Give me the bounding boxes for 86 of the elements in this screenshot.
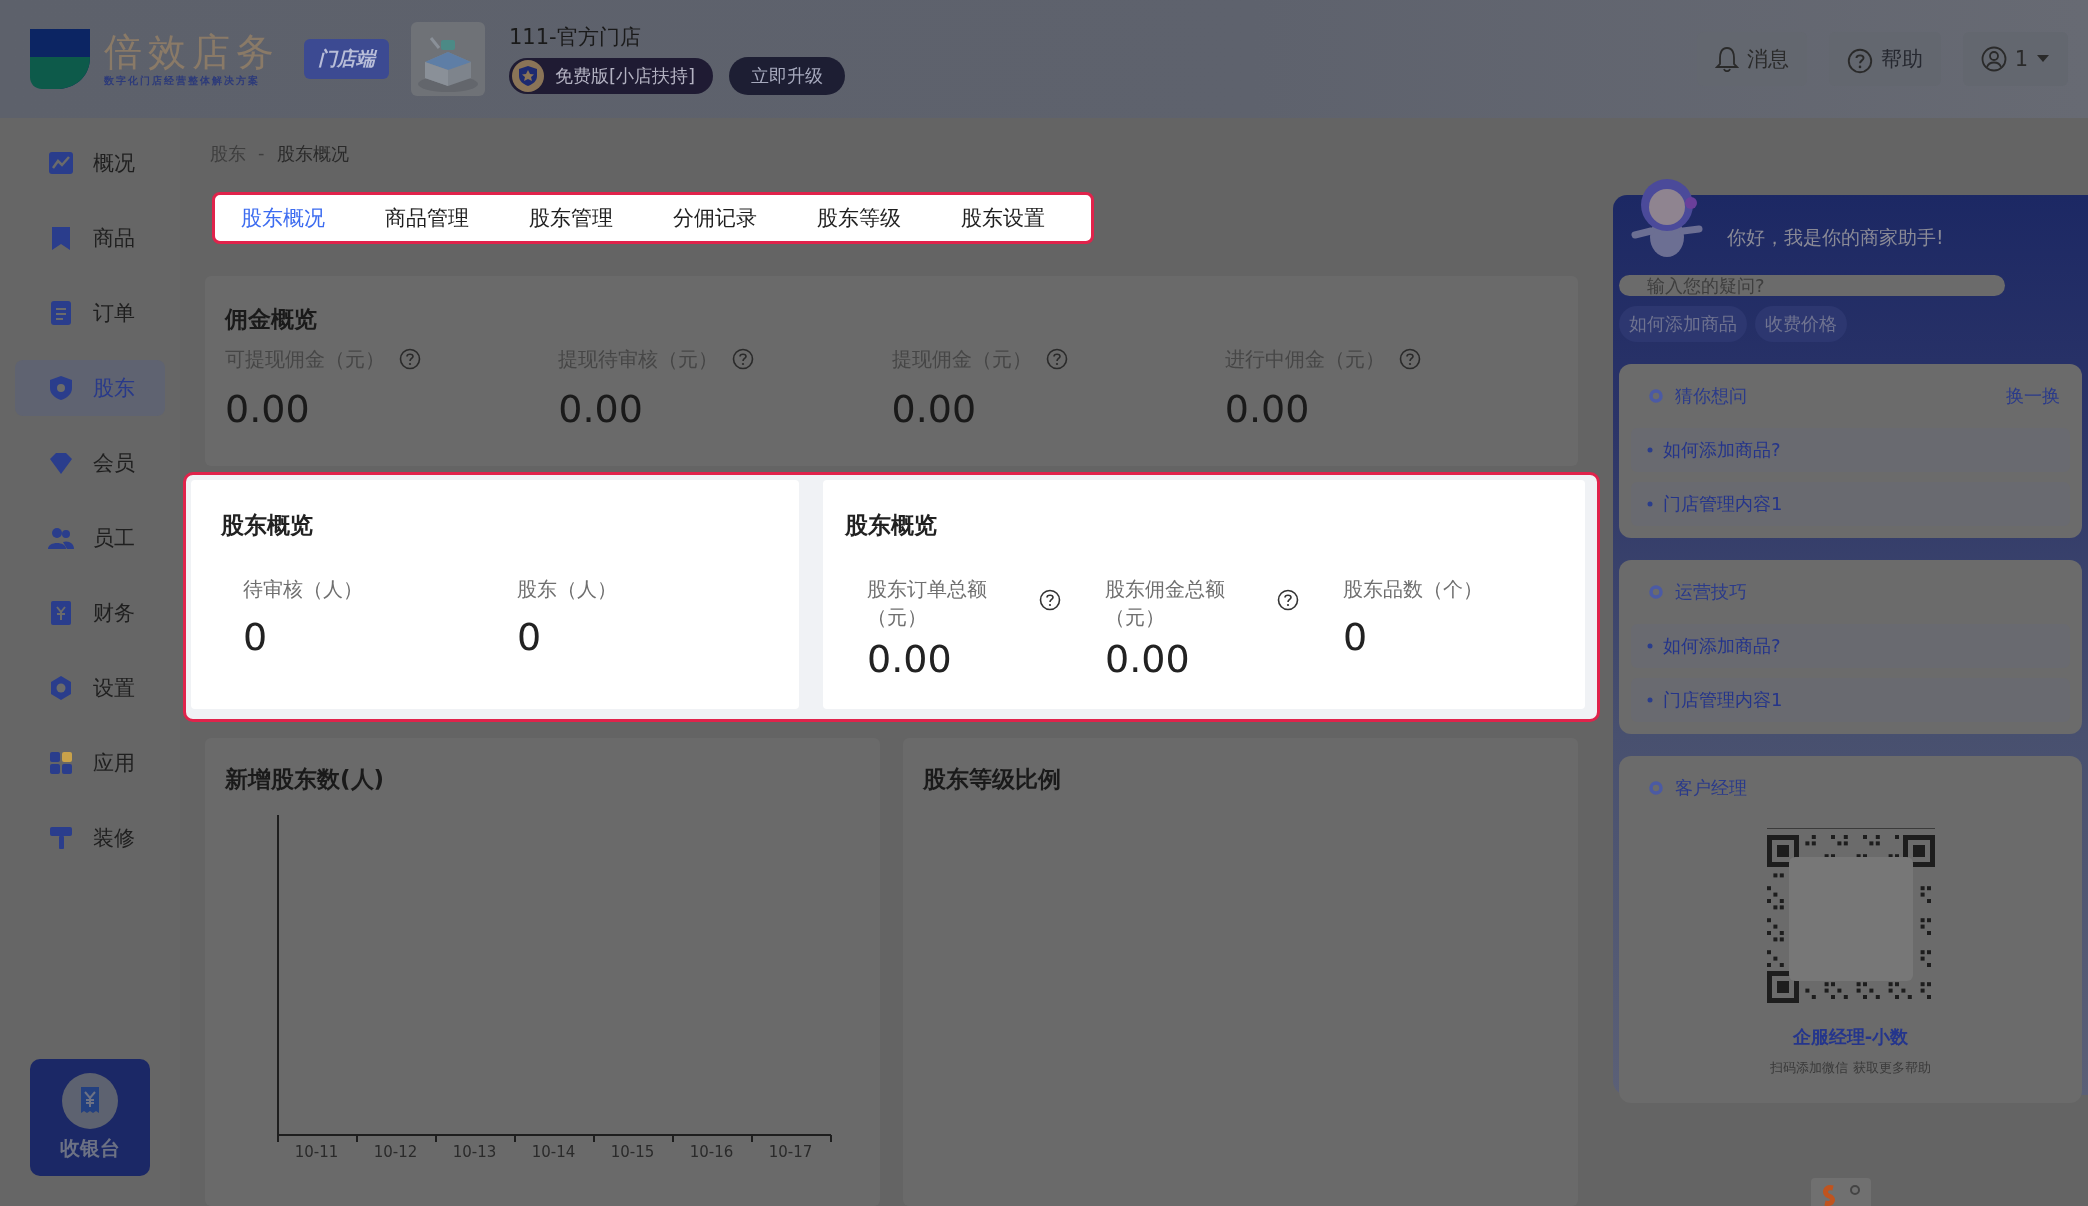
metric-value: 0 xyxy=(517,615,543,659)
breadcrumb-item[interactable]: 股东概况 xyxy=(276,142,349,166)
manager-name: 企服经理-小数 xyxy=(1792,1025,1909,1049)
sidebar-item[interactable]: 股东 xyxy=(15,360,165,416)
question-item[interactable]: 如何添加商品? xyxy=(1631,428,2070,472)
shield-icon xyxy=(47,374,75,402)
question-item[interactable]: 门店管理内容1 xyxy=(1631,482,2070,526)
store-name: 111-官方门店 xyxy=(509,24,642,51)
metric-value: 0.00 xyxy=(867,637,953,681)
tab[interactable]: 股东管理 xyxy=(509,195,653,241)
help-icon xyxy=(1045,348,1068,370)
help-icon xyxy=(1277,589,1299,611)
ring-icon xyxy=(1649,585,1663,599)
sidebar-item[interactable]: 商品 xyxy=(15,210,165,266)
tab[interactable]: 分佣记录 xyxy=(653,195,797,241)
question-item[interactable]: 门店管理内容1 xyxy=(1631,678,2070,722)
floating-widget-icon xyxy=(1811,1178,1871,1206)
metric-value: 0.00 xyxy=(1224,387,1311,431)
metric-value: 0.00 xyxy=(891,387,978,431)
grid-icon xyxy=(47,749,75,777)
section-title: 运营技巧 xyxy=(1675,580,1747,604)
metric-value: 0.00 xyxy=(558,387,644,431)
brush-icon xyxy=(47,824,75,852)
help-icon xyxy=(1039,589,1061,611)
metric-value: 0 xyxy=(243,615,269,659)
axis-label: 10-14 xyxy=(530,1143,577,1161)
ring-icon xyxy=(1649,781,1663,795)
bullet-icon xyxy=(1647,697,1653,703)
card-title: 佣金概览 xyxy=(225,305,318,334)
client-badge: 门店端 xyxy=(304,39,389,79)
tab[interactable]: 股东等级 xyxy=(797,195,941,241)
axis-label: 10-17 xyxy=(767,1143,814,1161)
plan-badge: 免费版[小店扶持] xyxy=(509,58,714,94)
sidebar-item[interactable]: 应用 xyxy=(15,735,165,791)
card-title: 股东概览 xyxy=(221,511,314,540)
section-title: 客户经理 xyxy=(1675,776,1747,800)
help-icon xyxy=(1398,348,1421,370)
tab[interactable]: 股东设置 xyxy=(941,195,1085,241)
card-title: 新增股东数(人) xyxy=(225,765,386,794)
tab[interactable]: 商品管理 xyxy=(365,195,509,241)
user-menu[interactable]: 1 xyxy=(1962,32,2068,86)
greeting-text: 你好，我是你的商家助手! xyxy=(1727,225,1944,250)
bullet-icon xyxy=(1647,447,1653,453)
card-title: 股东概览 xyxy=(845,511,938,540)
metric-value: 0 xyxy=(1343,615,1369,659)
metric-label: 股东订单总额（元） xyxy=(867,576,988,631)
sidebar-item[interactable]: 员工 xyxy=(15,510,165,566)
axis-label: 10-16 xyxy=(688,1143,735,1161)
sidebar-item[interactable]: 会员 xyxy=(15,435,165,491)
breadcrumb-separator: - xyxy=(258,142,265,165)
sidebar-item[interactable]: 设置 xyxy=(15,660,165,716)
chart-icon xyxy=(47,149,75,177)
bullet-icon xyxy=(1647,643,1653,649)
tab[interactable]: 股东概况 xyxy=(221,195,365,241)
caret-icon xyxy=(2036,54,2050,64)
shield-icon xyxy=(511,59,545,93)
sidebar-item[interactable]: 概况 xyxy=(15,135,165,191)
bullet-icon xyxy=(1647,501,1653,507)
metric-label: 待审核（人） xyxy=(243,576,363,603)
card-title: 股东等级比例 xyxy=(923,765,1062,794)
metric-label: 股东品数（个） xyxy=(1343,576,1484,603)
bell-icon xyxy=(1714,46,1739,72)
ring-icon xyxy=(1649,389,1663,403)
user-icon xyxy=(1980,46,2007,72)
axis-label: 10-15 xyxy=(609,1143,656,1161)
metric-label: 股东佣金总额（元） xyxy=(1105,576,1226,631)
cashier-button[interactable]: 收银台 xyxy=(30,1059,150,1176)
sidebar-item[interactable]: 订单 xyxy=(15,285,165,341)
suggestion-chip[interactable]: 如何添加商品 xyxy=(1619,306,1747,342)
metric-value: 0.00 xyxy=(225,387,311,431)
suggestion-chip[interactable]: 收费价格 xyxy=(1755,306,1847,342)
upgrade-button[interactable]: 立即升级 xyxy=(729,57,846,95)
help-icon xyxy=(1846,47,1873,74)
metric-label: 股东（人） xyxy=(517,576,617,603)
axis-label: 10-12 xyxy=(372,1143,419,1161)
help-icon xyxy=(732,348,755,370)
axis-label: 10-13 xyxy=(451,1143,498,1161)
sidebar-item[interactable]: 财务 xyxy=(15,585,165,641)
logo-icon xyxy=(28,27,92,91)
receipt-icon xyxy=(62,1073,118,1129)
metric-value: 0.00 xyxy=(1105,637,1191,681)
question-item[interactable]: 如何添加商品? xyxy=(1631,624,2070,668)
section-title: 猜你想问 xyxy=(1675,384,1747,408)
axis-label: 10-11 xyxy=(293,1143,340,1161)
sidebar-item[interactable]: 装修 xyxy=(15,810,165,866)
help-icon xyxy=(399,348,421,370)
